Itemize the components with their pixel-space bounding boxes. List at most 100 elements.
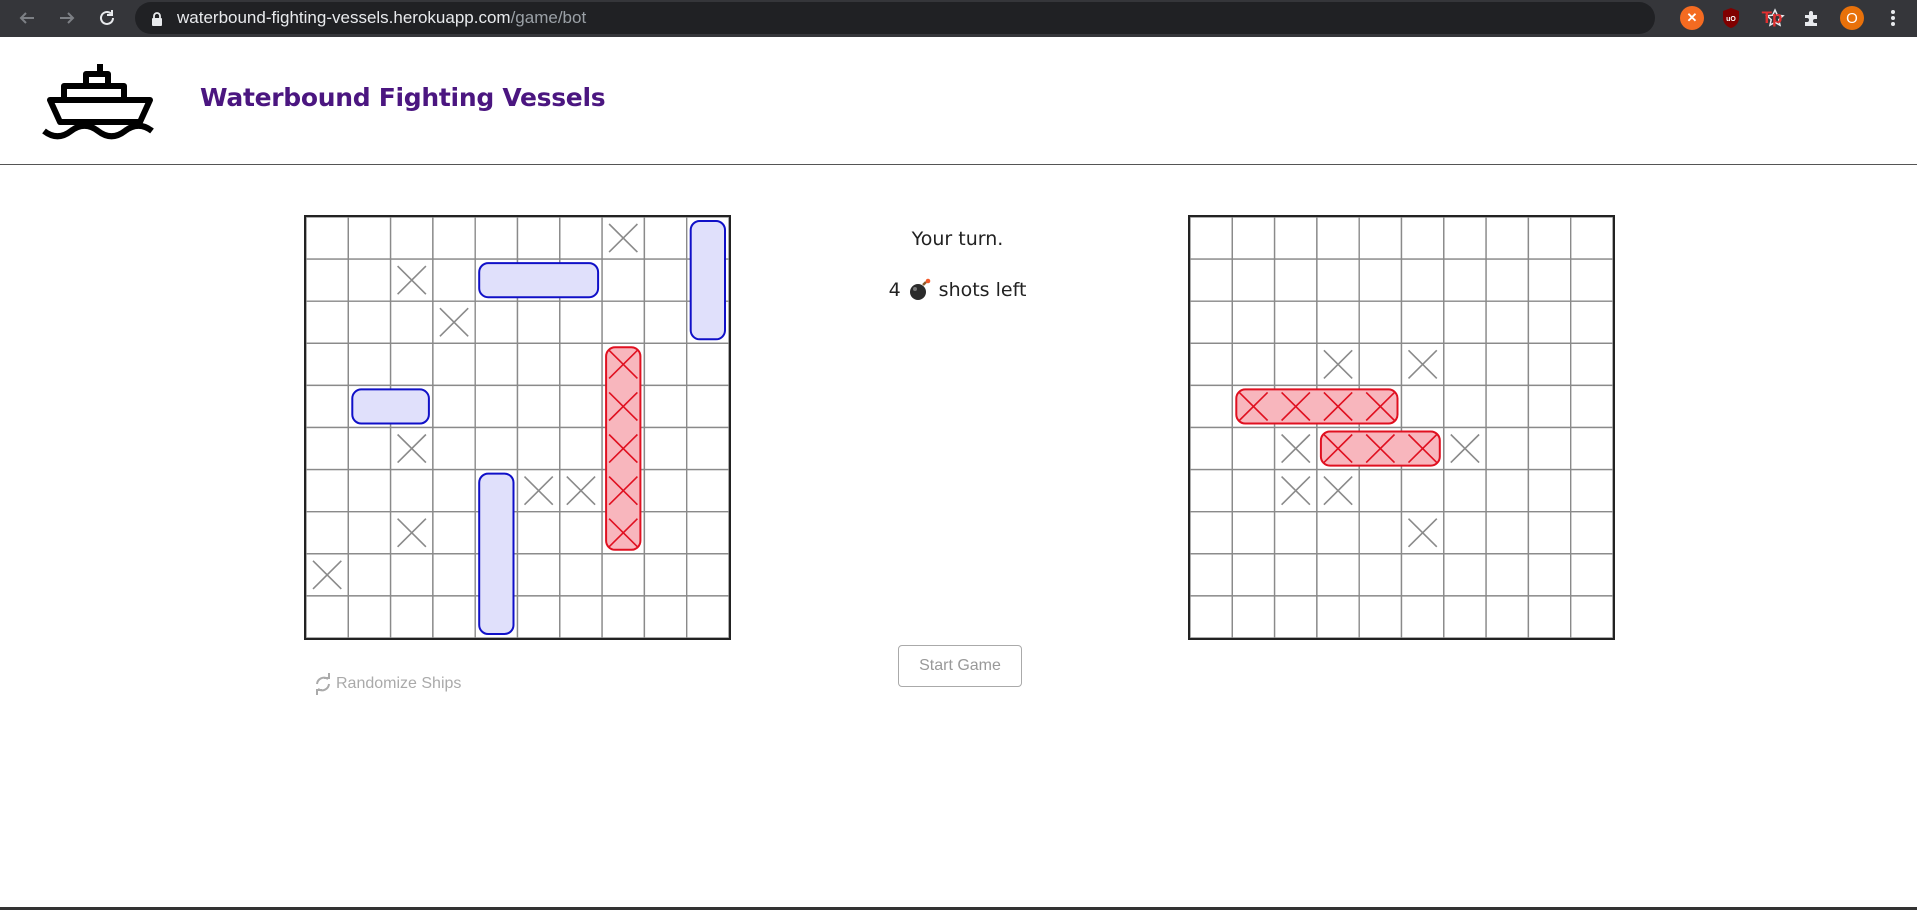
opponent-cell[interactable]	[1400, 258, 1445, 302]
player-cell[interactable]	[559, 511, 603, 555]
player-cell[interactable]	[347, 511, 392, 555]
player-cell[interactable]	[474, 426, 519, 471]
player-cell[interactable]	[306, 511, 349, 555]
opponent-cell[interactable]	[1443, 384, 1487, 429]
opponent-cell[interactable]	[1400, 468, 1445, 513]
player-cell[interactable]	[432, 595, 476, 638]
player-cell[interactable]	[347, 468, 392, 513]
opponent-cell[interactable]	[1443, 258, 1487, 302]
opponent-cell[interactable]	[1485, 468, 1530, 513]
player-cell[interactable]	[347, 258, 392, 302]
player-cell[interactable]	[559, 595, 603, 638]
player-cell[interactable]	[432, 511, 476, 555]
opponent-cell[interactable]	[1273, 553, 1318, 597]
opponent-cell[interactable]	[1443, 595, 1487, 638]
player-cell[interactable]	[474, 384, 519, 429]
opponent-cell[interactable]	[1273, 300, 1318, 344]
opponent-cell[interactable]	[1358, 595, 1403, 638]
extensions-puzzle-icon[interactable]	[1800, 6, 1824, 30]
opponent-cell[interactable]	[1485, 217, 1530, 260]
player-cell[interactable]	[432, 426, 476, 471]
opponent-cell[interactable]	[1190, 258, 1233, 302]
opponent-cell[interactable]	[1527, 426, 1572, 471]
opponent-cell[interactable]	[1485, 511, 1530, 555]
opponent-cell[interactable]	[1231, 553, 1276, 597]
opponent-cell[interactable]	[1190, 217, 1233, 260]
player-cell[interactable]	[643, 468, 688, 513]
opponent-cell[interactable]	[1570, 511, 1613, 555]
opponent-cell[interactable]	[1273, 595, 1318, 638]
opponent-cell[interactable]	[1273, 342, 1318, 387]
player-cell[interactable]	[559, 300, 603, 344]
opponent-cell[interactable]	[1273, 511, 1318, 555]
opponent-cell[interactable]	[1273, 217, 1318, 260]
opponent-cell[interactable]	[1527, 300, 1572, 344]
player-cell[interactable]	[306, 300, 349, 344]
opponent-cell[interactable]	[1190, 384, 1233, 429]
opponent-cell[interactable]	[1570, 342, 1613, 387]
opponent-cell[interactable]	[1190, 468, 1233, 513]
player-cell[interactable]	[643, 384, 688, 429]
player-cell[interactable]	[306, 384, 349, 429]
opponent-cell[interactable]	[1190, 342, 1233, 387]
opponent-cell[interactable]	[1190, 426, 1233, 471]
ship-icon[interactable]	[42, 61, 158, 141]
player-cell[interactable]	[601, 595, 646, 638]
browser-menu-icon[interactable]	[1881, 6, 1905, 30]
player-cell[interactable]	[432, 342, 476, 387]
player-cell[interactable]	[432, 384, 476, 429]
player-cell[interactable]	[306, 468, 349, 513]
opponent-cell[interactable]	[1400, 595, 1445, 638]
opponent-cell[interactable]	[1570, 258, 1613, 302]
ublock-icon[interactable]: uO	[1719, 6, 1743, 30]
opponent-cell[interactable]	[1527, 595, 1572, 638]
opponent-cell[interactable]	[1231, 300, 1276, 344]
opponent-cell[interactable]	[1400, 217, 1445, 260]
opponent-cell[interactable]	[1443, 342, 1487, 387]
player-cell[interactable]	[686, 553, 729, 597]
player-cell[interactable]	[306, 217, 349, 260]
player-cell[interactable]	[516, 511, 561, 555]
player-cell[interactable]	[347, 217, 392, 260]
opponent-cell[interactable]	[1443, 553, 1487, 597]
player-cell[interactable]	[432, 553, 476, 597]
opponent-cell[interactable]	[1358, 553, 1403, 597]
opponent-board-grid[interactable]	[1190, 217, 1613, 638]
player-cell[interactable]	[432, 468, 476, 513]
player-cell[interactable]	[601, 553, 646, 597]
opponent-cell[interactable]	[1443, 468, 1487, 513]
opponent-cell[interactable]	[1358, 258, 1403, 302]
player-cell[interactable]	[432, 258, 476, 302]
opponent-cell[interactable]	[1443, 511, 1487, 555]
player-cell[interactable]	[686, 511, 729, 555]
opponent-cell[interactable]	[1231, 595, 1276, 638]
player-cell[interactable]	[432, 217, 476, 260]
player-cell[interactable]	[347, 426, 392, 471]
opponent-cell[interactable]	[1316, 553, 1360, 597]
player-cell[interactable]	[559, 553, 603, 597]
opponent-cell[interactable]	[1316, 300, 1360, 344]
opponent-cell[interactable]	[1316, 595, 1360, 638]
opponent-cell[interactable]	[1358, 300, 1403, 344]
opponent-cell[interactable]	[1485, 426, 1530, 471]
opponent-cell[interactable]	[1527, 342, 1572, 387]
opponent-cell[interactable]	[1485, 342, 1530, 387]
player-cell[interactable]	[643, 300, 688, 344]
opponent-cell[interactable]	[1231, 258, 1276, 302]
opponent-cell[interactable]	[1231, 511, 1276, 555]
extension-orange-icon[interactable]: ✕	[1680, 6, 1704, 30]
player-cell[interactable]	[306, 258, 349, 302]
opponent-cell[interactable]	[1570, 384, 1613, 429]
player-cell[interactable]	[643, 217, 688, 260]
opponent-cell[interactable]	[1358, 468, 1403, 513]
forward-button[interactable]	[54, 5, 80, 31]
player-cell[interactable]	[516, 342, 561, 387]
player-cell[interactable]	[686, 468, 729, 513]
opponent-cell[interactable]	[1190, 595, 1233, 638]
opponent-cell[interactable]	[1443, 300, 1487, 344]
player-cell[interactable]	[389, 300, 434, 344]
player-cell[interactable]	[516, 217, 561, 260]
opponent-cell[interactable]	[1358, 342, 1403, 387]
opponent-cell[interactable]	[1485, 595, 1530, 638]
opponent-cell[interactable]	[1527, 217, 1572, 260]
